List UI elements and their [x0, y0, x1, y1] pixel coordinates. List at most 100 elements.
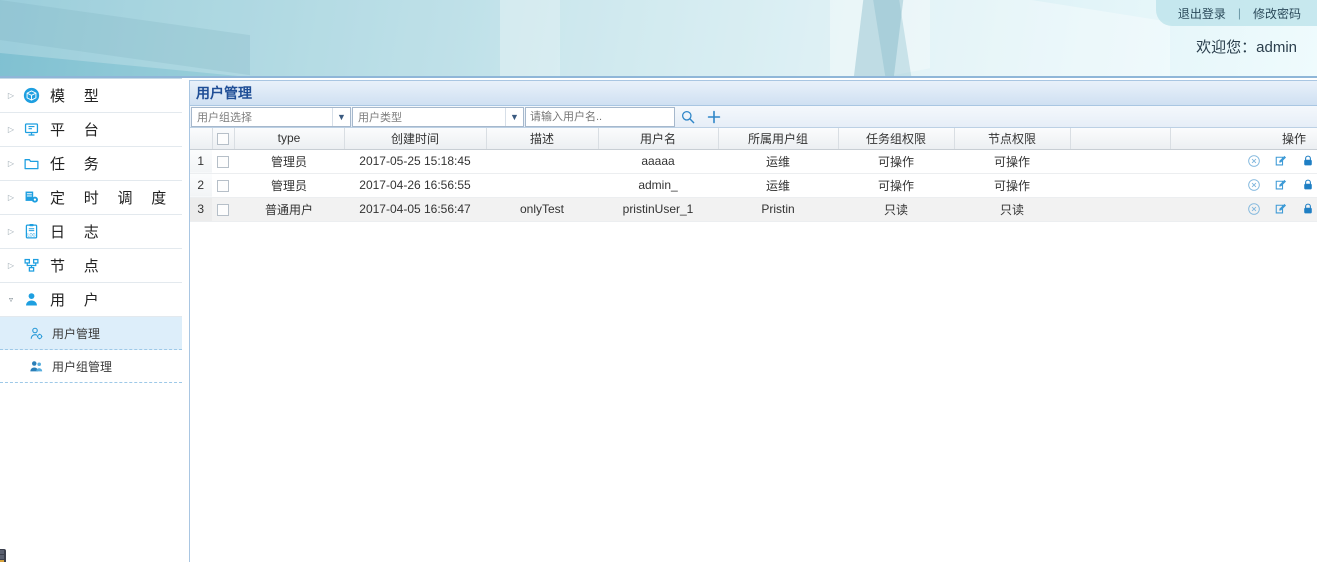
cell-node-permission: 只读	[954, 197, 1070, 222]
svg-text:LOG: LOG	[27, 233, 35, 238]
page-header: 退出登录 | 修改密码 欢迎您：admin	[0, 0, 1317, 78]
users-table: type 创建时间 描述 用户名 所属用户组 任务组权限 节点权限 操作 1 管…	[190, 128, 1317, 222]
header-ray-decor	[852, 0, 904, 78]
sidebar-item-label: 平 台	[50, 121, 106, 139]
sidebar-item-schedule[interactable]: ▷ 定 时 调 度	[0, 181, 182, 215]
sidebar-item-node[interactable]: ▷ 节 点	[0, 249, 182, 283]
plus-icon[interactable]	[701, 106, 727, 127]
column-header-select-all[interactable]	[212, 128, 235, 150]
cell-operations	[1170, 173, 1317, 198]
row-action-group	[1172, 154, 1317, 168]
chevron-right-icon[interactable]: ▷	[4, 125, 18, 134]
chevron-right-icon[interactable]: ▷	[4, 193, 18, 202]
sidebar-item-user-management[interactable]: 用户管理	[0, 317, 182, 350]
column-header-node-permission[interactable]: 节点权限	[954, 128, 1071, 150]
sidebar-item-platform[interactable]: ▷ 平 台	[0, 113, 182, 147]
delete-circle-icon[interactable]	[1247, 178, 1261, 192]
chevron-right-icon[interactable]: ▷	[4, 91, 18, 100]
sidebar-subnav: 用户管理 用户组管理	[0, 317, 182, 383]
column-header-user-group[interactable]: 所属用户组	[718, 128, 839, 150]
devtools-strip[interactable]	[0, 549, 6, 562]
column-header-operations: 操作	[1170, 128, 1317, 150]
header-ray-decor	[500, 0, 930, 78]
sidebar-item-task[interactable]: ▷ 任 务	[0, 147, 182, 181]
lock-icon[interactable]	[1301, 178, 1315, 192]
user-group-icon	[24, 359, 48, 374]
column-header-task-permission[interactable]: 任务组权限	[838, 128, 955, 150]
cell-type: 管理员	[234, 173, 344, 198]
cell-spacer	[1070, 197, 1170, 222]
header-underline	[0, 76, 1317, 78]
column-header-type[interactable]: type	[234, 128, 345, 150]
user-icon	[18, 291, 44, 308]
cell-username: pristinUser_1	[598, 197, 718, 222]
chevron-right-icon[interactable]: ▷	[4, 159, 18, 168]
row-checkbox[interactable]	[217, 155, 229, 168]
column-header-username[interactable]: 用户名	[598, 128, 719, 150]
logout-link[interactable]: 退出登录	[1178, 5, 1226, 22]
edit-square-icon[interactable]	[1274, 154, 1288, 168]
devtools-row	[0, 555, 4, 559]
cell-task-permission: 只读	[838, 197, 954, 222]
column-header-spacer	[1070, 128, 1171, 150]
cell-type: 管理员	[234, 149, 344, 174]
column-header-description[interactable]: 描述	[486, 128, 599, 150]
delete-circle-icon[interactable]	[1247, 202, 1261, 216]
chevron-down-icon[interactable]: ▿	[4, 295, 18, 304]
sidebar-item-model[interactable]: ▷ 模 型	[0, 79, 182, 113]
cell-node-permission: 可操作	[954, 149, 1070, 174]
lock-icon[interactable]	[1301, 154, 1315, 168]
chevron-down-icon[interactable]: ▼	[505, 108, 523, 126]
chevron-right-icon[interactable]: ▷	[4, 261, 18, 270]
table-row[interactable]: 3 普通用户 2017-04-05 16:56:47 onlyTest pris…	[190, 197, 1317, 222]
change-password-link[interactable]: 修改密码	[1253, 5, 1301, 22]
sidebar-item-label: 节 点	[50, 257, 106, 275]
row-index: 3	[190, 197, 212, 222]
devtools-row	[0, 550, 4, 554]
cell-description: onlyTest	[486, 197, 598, 222]
column-header-index	[190, 128, 213, 150]
user-type-select-value: 用户类型	[358, 112, 402, 124]
table-row[interactable]: 2 管理员 2017-04-26 16:56:55 admin_ 运维 可操作 …	[190, 173, 1317, 198]
user-type-select[interactable]: 用户类型 ▼	[352, 107, 524, 127]
lock-icon[interactable]	[1301, 202, 1315, 216]
row-checkbox[interactable]	[217, 179, 229, 192]
row-select-cell[interactable]	[212, 149, 234, 174]
cell-spacer	[1070, 173, 1170, 198]
table-row[interactable]: 1 管理员 2017-05-25 15:18:45 aaaaa 运维 可操作 可…	[190, 149, 1317, 174]
search-icon[interactable]	[675, 106, 701, 127]
sidebar-item-user[interactable]: ▿ 用 户	[0, 283, 182, 317]
users-table-head: type 创建时间 描述 用户名 所属用户组 任务组权限 节点权限 操作	[190, 128, 1317, 150]
sidebar-item-label: 日 志	[50, 223, 106, 241]
monitor-icon	[18, 121, 44, 138]
log-icon: LOG	[18, 223, 44, 240]
users-table-container: type 创建时间 描述 用户名 所属用户组 任务组权限 节点权限 操作 1 管…	[190, 128, 1317, 222]
sidebar-navigation: ▷ 模 型 ▷ 平 台 ▷ 任 务 ▷ 定 时 调 度 ▷ LOG 日 志 ▷ …	[0, 78, 182, 562]
cell-user-group: 运维	[718, 149, 838, 174]
row-select-cell[interactable]	[212, 197, 234, 222]
search-input[interactable]	[525, 107, 675, 127]
cell-username: admin_	[598, 173, 718, 198]
welcome-text: 欢迎您：admin	[1196, 39, 1297, 56]
select-all-checkbox[interactable]	[217, 133, 229, 146]
cell-task-permission: 可操作	[838, 173, 954, 198]
folder-icon	[18, 155, 44, 172]
account-bar: 退出登录 | 修改密码	[1155, 0, 1317, 26]
sidebar-item-label: 任 务	[50, 155, 106, 173]
delete-circle-icon[interactable]	[1247, 154, 1261, 168]
user-group-select[interactable]: 用户组选择 ▼	[191, 107, 351, 127]
header-ray-decor	[830, 0, 1170, 78]
sidebar-item-label: 模 型	[50, 87, 106, 105]
sidebar-subitem-label: 用户管理	[52, 326, 101, 341]
edit-square-icon[interactable]	[1274, 202, 1288, 216]
row-checkbox[interactable]	[217, 203, 229, 216]
user-group-select-value: 用户组选择	[197, 112, 252, 124]
chevron-down-icon[interactable]: ▼	[332, 108, 350, 126]
users-table-body: 1 管理员 2017-05-25 15:18:45 aaaaa 运维 可操作 可…	[190, 149, 1317, 222]
chevron-right-icon[interactable]: ▷	[4, 227, 18, 236]
sidebar-item-user-group-management[interactable]: 用户组管理	[0, 350, 182, 383]
row-select-cell[interactable]	[212, 173, 234, 198]
edit-square-icon[interactable]	[1274, 178, 1288, 192]
sidebar-item-log[interactable]: ▷ LOG 日 志	[0, 215, 182, 249]
column-header-created-at[interactable]: 创建时间	[344, 128, 487, 150]
